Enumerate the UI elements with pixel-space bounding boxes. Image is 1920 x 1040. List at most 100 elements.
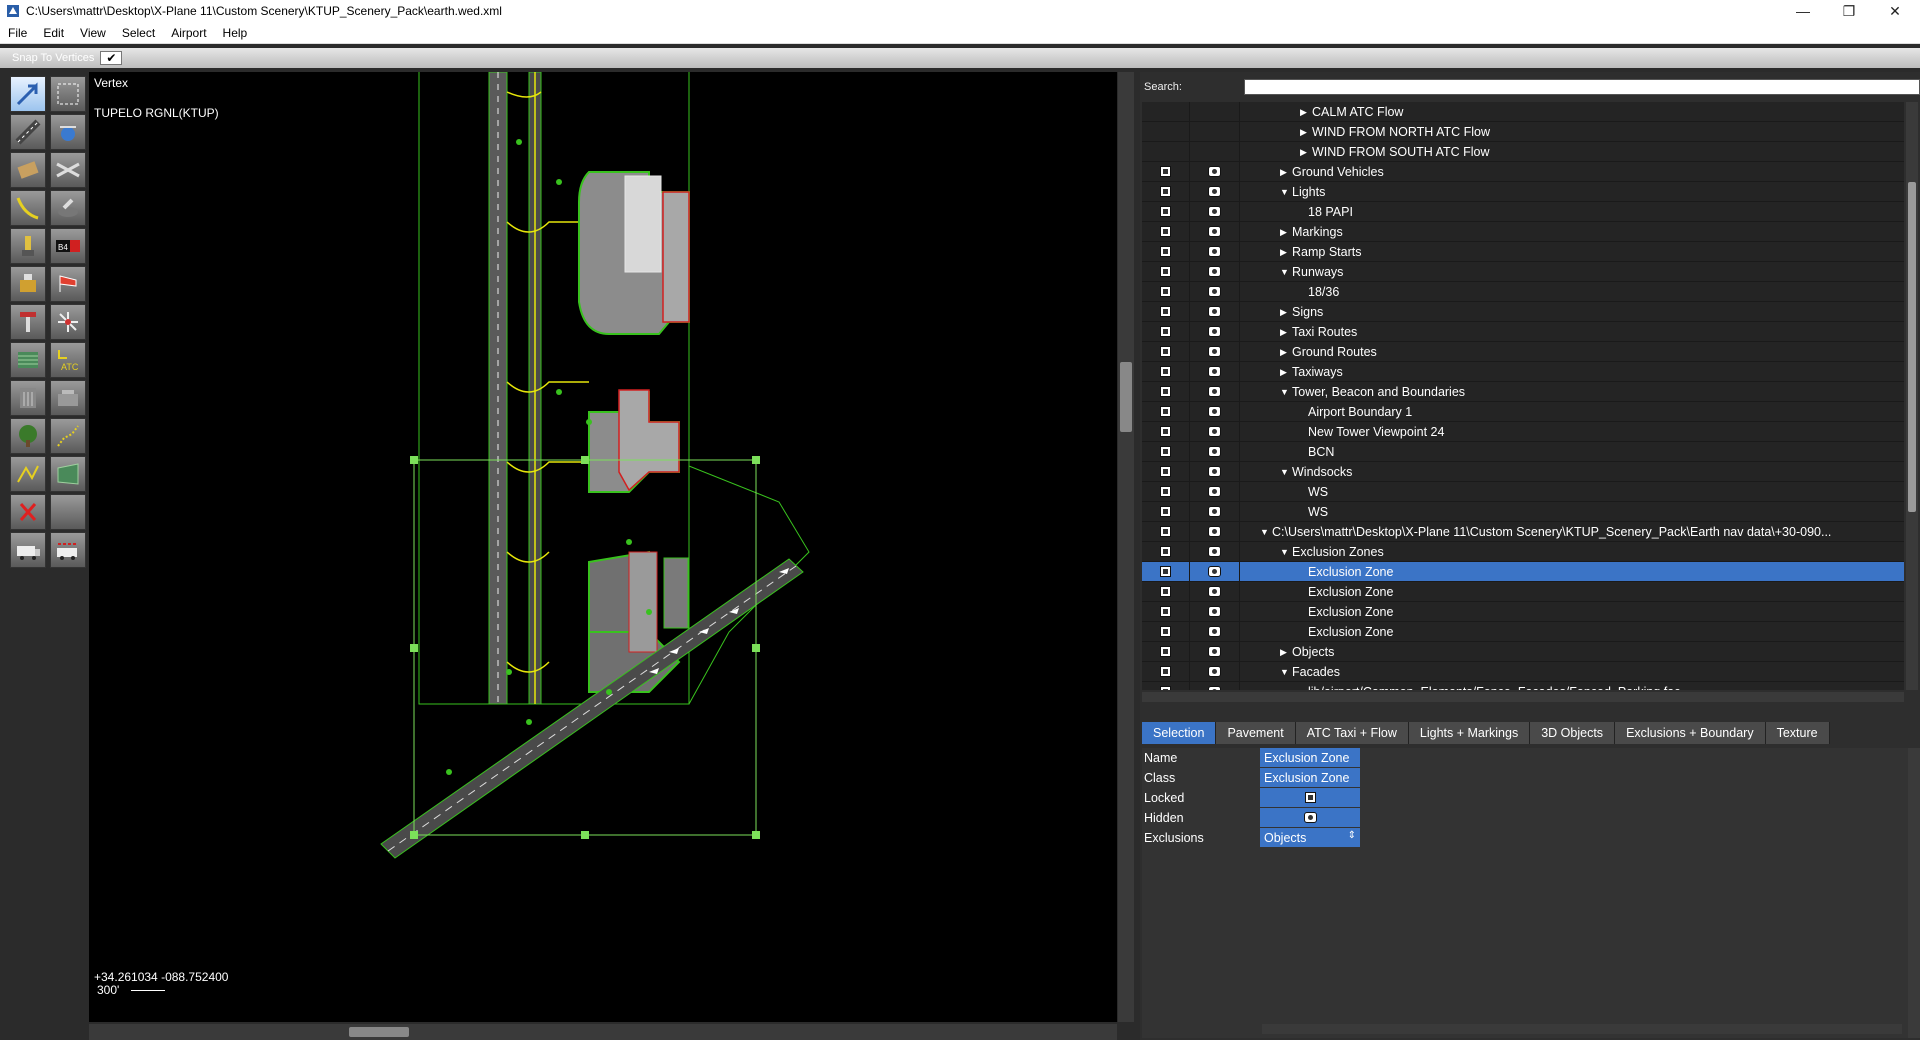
collapsed-triangle-icon[interactable]: ▶ [1280, 307, 1292, 318]
tree-item-label[interactable]: ▶ Markings [1280, 225, 1343, 239]
eye-icon[interactable] [1208, 486, 1221, 497]
visibility-column[interactable] [1190, 301, 1240, 322]
tree-item-label[interactable]: Exclusion Zone [1308, 605, 1393, 619]
vertex-tool-button[interactable] [10, 76, 46, 112]
menu-edit[interactable]: Edit [35, 26, 72, 40]
tab-exclusions-boundary[interactable]: Exclusions + Boundary [1615, 722, 1766, 744]
collapsed-triangle-icon[interactable]: ▶ [1280, 167, 1292, 178]
tree-item-label[interactable]: lib/airport/Common_Elements/Fence_Facade… [1308, 685, 1680, 690]
eye-icon[interactable] [1208, 186, 1221, 197]
tree-row[interactable]: ▼ C:\Users\mattr\Desktop\X-Plane 11\Custo… [1142, 521, 1904, 542]
exclusion-tool-button[interactable] [10, 342, 46, 378]
taxiline-tool-button[interactable] [10, 190, 46, 226]
tree-row[interactable]: Exclusion Zone [1142, 621, 1904, 642]
visibility-column[interactable] [1190, 341, 1240, 362]
visibility-column[interactable] [1190, 581, 1240, 602]
tree-item-label[interactable]: BCN [1308, 445, 1334, 459]
visibility-column[interactable] [1190, 521, 1240, 542]
eye-icon[interactable] [1208, 426, 1221, 437]
tree-item-label[interactable]: New Tower Viewpoint 24 [1308, 425, 1444, 439]
lock-icon[interactable] [1160, 486, 1171, 497]
menu-view[interactable]: View [72, 26, 114, 40]
runway-tool-button[interactable] [10, 114, 46, 150]
eye-icon[interactable] [1208, 306, 1221, 317]
tree-item-label[interactable]: ▶ Ground Vehicles [1280, 165, 1384, 179]
collapsed-triangle-icon[interactable]: ▶ [1300, 147, 1312, 158]
close-icon[interactable]: ✕ [1872, 0, 1918, 22]
tree-row[interactable]: ▶ Signs [1142, 301, 1904, 322]
visibility-column[interactable] [1190, 281, 1240, 302]
expanded-triangle-icon[interactable]: ▼ [1280, 187, 1292, 197]
sealane-tool-button[interactable] [10, 152, 46, 188]
eye-icon[interactable] [1208, 566, 1221, 577]
tree-item-label[interactable]: ▶ Ramp Starts [1280, 245, 1361, 259]
lock-icon[interactable] [1160, 246, 1171, 257]
visibility-column[interactable] [1190, 441, 1240, 462]
eye-icon[interactable] [1208, 226, 1221, 237]
tree-item-label[interactable]: 18 PAPI [1308, 205, 1353, 219]
tree-item-label[interactable]: ▶ Taxi Routes [1280, 325, 1357, 339]
maximize-icon[interactable]: ❐ [1826, 0, 1872, 22]
search-input[interactable] [1244, 79, 1920, 95]
tree-item-label[interactable]: ▶ Objects [1280, 645, 1334, 659]
tree-row[interactable]: ▶ Ground Vehicles [1142, 161, 1904, 182]
tree-row[interactable]: BCN [1142, 441, 1904, 462]
collapsed-triangle-icon[interactable]: ▶ [1280, 247, 1292, 258]
eye-icon[interactable] [1208, 246, 1221, 257]
lock-icon[interactable] [1160, 546, 1171, 557]
dropdown-arrow-icon[interactable]: ⇕ [1348, 830, 1356, 841]
tree-item-label[interactable]: ▼ Windsocks [1280, 465, 1352, 479]
eye-icon[interactable] [1208, 266, 1221, 277]
expanded-triangle-icon[interactable]: ▼ [1280, 667, 1292, 677]
eye-icon[interactable] [1208, 326, 1221, 337]
tree-item-label[interactable]: WS [1308, 485, 1328, 499]
lock-column[interactable] [1142, 461, 1190, 482]
eye-icon[interactable] [1208, 386, 1221, 397]
visibility-column[interactable] [1190, 241, 1240, 262]
lock-column[interactable] [1142, 481, 1190, 502]
eye-icon[interactable] [1208, 686, 1221, 690]
menu-select[interactable]: Select [114, 26, 163, 40]
eye-icon[interactable] [1208, 446, 1221, 457]
expanded-triangle-icon[interactable]: ▼ [1280, 387, 1292, 397]
tree-row[interactable]: ▼ Runways [1142, 261, 1904, 282]
eye-icon[interactable] [1303, 812, 1317, 823]
lock-column[interactable] [1142, 141, 1190, 162]
lock-column[interactable] [1142, 221, 1190, 242]
menu-help[interactable]: Help [215, 26, 256, 40]
tree-horizontal-scrollbar[interactable] [1142, 692, 1904, 702]
collapsed-triangle-icon[interactable]: ▶ [1280, 327, 1292, 338]
tree-item-label[interactable]: ▼ Lights [1280, 185, 1325, 199]
tree-row[interactable]: lib/airport/Common_Elements/Fence_Facade… [1142, 681, 1904, 690]
lock-icon[interactable] [1160, 266, 1171, 277]
lock-icon[interactable] [1160, 326, 1171, 337]
tree-item-label[interactable]: 18/36 [1308, 285, 1339, 299]
visibility-column[interactable] [1190, 381, 1240, 402]
tree-item-label[interactable]: ▼ Runways [1280, 265, 1343, 279]
tree-row[interactable]: ▶ Taxiways [1142, 361, 1904, 382]
tree-row[interactable]: 18 PAPI [1142, 201, 1904, 222]
map-vertical-thumb[interactable] [1120, 362, 1132, 432]
eye-icon[interactable] [1208, 366, 1221, 377]
tree-item-label[interactable]: ▶ WIND FROM NORTH ATC Flow [1300, 125, 1490, 139]
map-vertical-scrollbar[interactable] [1118, 72, 1134, 1022]
eye-icon[interactable] [1208, 546, 1221, 557]
visibility-column[interactable] [1190, 501, 1240, 522]
lock-column[interactable] [1142, 161, 1190, 182]
lock-icon[interactable] [1160, 526, 1171, 537]
eye-icon[interactable] [1208, 166, 1221, 177]
tree-item-label[interactable]: ▼ Facades [1280, 665, 1340, 679]
visibility-column[interactable] [1190, 221, 1240, 242]
tree-item-label[interactable]: Exclusion Zone [1308, 565, 1393, 579]
lock-icon[interactable] [1160, 166, 1171, 177]
eye-icon[interactable] [1208, 206, 1221, 217]
forest-tool-button[interactable] [10, 418, 46, 454]
tree-row[interactable]: ▼ Facades [1142, 661, 1904, 682]
menu-file[interactable]: File [0, 26, 35, 40]
eye-icon[interactable] [1208, 666, 1221, 677]
tree-row[interactable]: WS [1142, 501, 1904, 522]
lock-icon[interactable] [1160, 606, 1171, 617]
lock-column[interactable] [1142, 421, 1190, 442]
lock-icon[interactable] [1160, 646, 1171, 657]
lock-column[interactable] [1142, 341, 1190, 362]
